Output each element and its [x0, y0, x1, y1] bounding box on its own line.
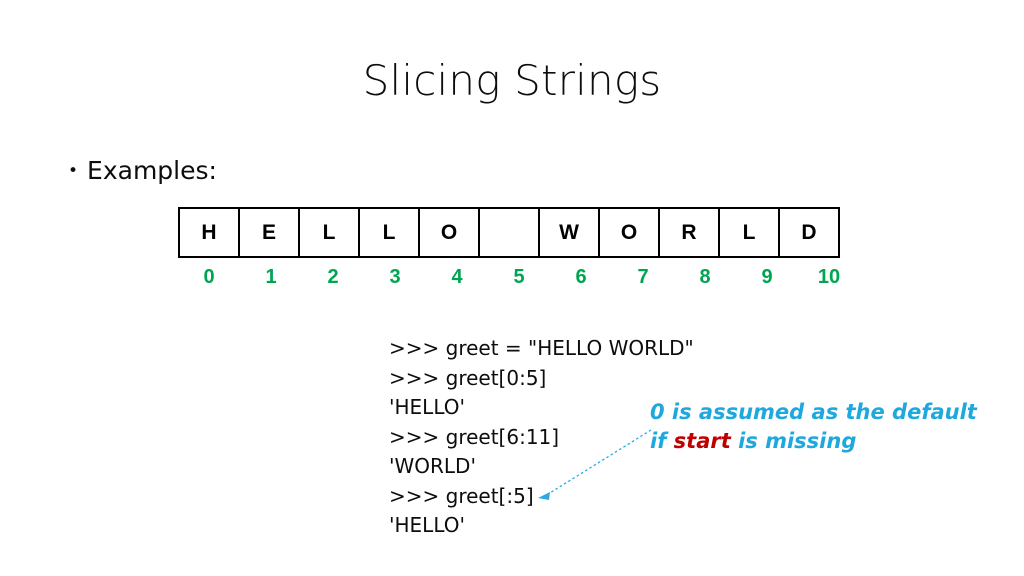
code-line-3: >>> greet[6:11]	[389, 424, 560, 449]
char-cell-9: L	[720, 209, 780, 258]
index-label-2: 2	[327, 266, 339, 288]
index-label-5: 5	[513, 266, 525, 288]
char-cell-3: L	[360, 209, 420, 258]
char-cell-1: E	[240, 209, 300, 258]
char-cell-7: O	[600, 209, 660, 258]
bullet-label: Examples:	[87, 156, 217, 185]
char-cell-6: W	[540, 209, 600, 258]
char-cell-2: L	[300, 209, 360, 258]
code-line-4: 'WORLD'	[389, 454, 476, 478]
annotation-callout: 0 is assumed as the default if start is …	[650, 398, 980, 456]
page-title: Slicing Strings	[362, 56, 662, 105]
index-label-0: 0	[203, 266, 215, 288]
code-line-6: 'HELLO'	[389, 513, 465, 537]
bullet-marker-icon: •	[68, 161, 79, 181]
string-index-row: 0 1 2 3 4 5 6 7 8 9 10	[178, 266, 860, 289]
annotation-line1-text: 0 is assumed as the default	[650, 400, 977, 424]
annotation-line-1: 0 is assumed as the default	[650, 398, 980, 427]
char-cell-0: H	[180, 209, 240, 258]
annotation-line-2: if start is missing	[650, 427, 980, 456]
code-line-5: >>> greet[:5]	[389, 483, 534, 508]
index-label-1: 1	[265, 266, 277, 288]
char-cell-8: R	[660, 209, 720, 258]
annotation-emphasis-start: start	[673, 429, 731, 453]
index-label-7: 7	[637, 266, 649, 288]
char-cell-4: O	[420, 209, 480, 258]
slide-canvas: Slicing Strings • Examples: HELLO WORLD …	[0, 0, 1024, 576]
char-cell-10: D	[780, 209, 840, 258]
char-cell-5	[480, 209, 540, 258]
code-line-2: 'HELLO'	[389, 395, 465, 419]
bullet-examples: • Examples:	[68, 156, 217, 185]
index-label-9: 9	[761, 266, 773, 288]
index-label-3: 3	[389, 266, 401, 288]
annotation-line2-suffix: is missing	[730, 429, 857, 453]
code-line-0: >>> greet = "HELLO WORLD"	[389, 336, 694, 360]
string-character-table: HELLO WORLD	[178, 207, 840, 258]
index-label-8: 8	[699, 266, 711, 288]
index-label-10: 10	[817, 266, 841, 288]
annotation-line2-prefix: if	[650, 429, 674, 453]
index-label-4: 4	[451, 266, 463, 288]
code-line-1: >>> greet[0:5]	[389, 365, 547, 390]
code-console-block: >>> greet = "HELLO WORLD" >>> greet[0:5] '…	[389, 334, 694, 541]
index-label-6: 6	[575, 266, 587, 288]
